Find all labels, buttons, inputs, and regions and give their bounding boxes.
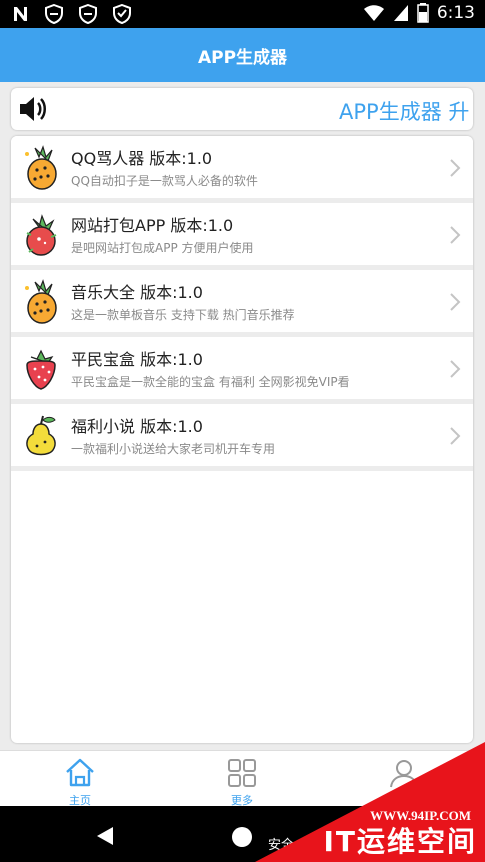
watermark: WWW.94IP.COM IT运维空间 [255,742,485,862]
back-icon[interactable] [96,826,114,846]
announcement-bar[interactable]: APP生成器 升 [11,88,473,130]
item-title: 网站打包APP 版本:1.0 [71,216,234,235]
item-title: QQ骂人器 版本:1.0 [71,149,213,168]
wifi-icon [363,5,384,21]
alert-shield-icon [79,4,97,24]
n-icon [14,7,27,21]
app-list: QQ骂人器 版本:1.0 QQ自动扣子是一款骂人必备的软件 网站打包APP 版本… [11,136,473,743]
item-description: QQ自动扣子是一款骂人必备的软件 [71,174,258,188]
chevron-right-icon [450,159,461,177]
list-item[interactable]: QQ骂人器 版本:1.0 QQ自动扣子是一款骂人必备的软件 [11,136,473,203]
pineapple-icon [25,279,57,324]
pineapple-icon [25,145,57,190]
item-description: 这是一款单板音乐 支持下载 热门音乐推荐 [71,308,295,322]
strawberry-icon [26,349,56,390]
alert-shield-icon [45,4,63,24]
item-title: 平民宝盒 版本:1.0 [71,350,203,369]
battery-icon [417,3,429,23]
list-item[interactable]: 福利小说 版本:1.0 一款福利小说送给大家老司机开车专用 [11,404,473,471]
item-description: 一款福利小说送给大家老司机开车专用 [71,442,276,456]
item-title: 音乐大全 版本:1.0 [71,283,203,302]
item-title: 福利小说 版本:1.0 [71,417,203,436]
chevron-right-icon [450,293,461,311]
status-bar: 6:13 [0,0,485,28]
watermark-brand: IT运维空间 [323,825,477,858]
list-item[interactable]: 音乐大全 版本:1.0 这是一款单板音乐 支持下载 热门音乐推荐 [11,270,473,337]
list-item[interactable]: 平民宝盒 版本:1.0 平民宝盒是一款全能的宝盒 有福利 全网影视免VIP看 [11,337,473,404]
chevron-right-icon [450,226,461,244]
chevron-right-icon [450,360,461,378]
item-description: 是吧网站打包成APP 方便用户使用 [71,241,254,255]
shield-check-icon [113,4,131,24]
clock-time: 6:13 [436,3,475,23]
dragonfruit-icon [26,214,57,256]
home-button-icon[interactable] [232,827,252,847]
chevron-right-icon [450,427,461,445]
pear-icon [26,415,56,456]
page-title: APP生成器 [197,47,288,68]
home-icon [66,758,94,787]
list-item[interactable]: 网站打包APP 版本:1.0 是吧网站打包成APP 方便用户使用 [11,203,473,270]
tab-home[interactable]: 主页 [50,755,110,807]
item-description: 平民宝盒是一款全能的宝盒 有福利 全网影视免VIP看 [71,375,350,389]
signal-icon [393,5,408,21]
grid-icon [228,759,256,787]
app-bar: APP生成器 [0,28,485,82]
announcement-text: APP生成器 升 [339,100,470,124]
speaker-icon [20,97,46,121]
